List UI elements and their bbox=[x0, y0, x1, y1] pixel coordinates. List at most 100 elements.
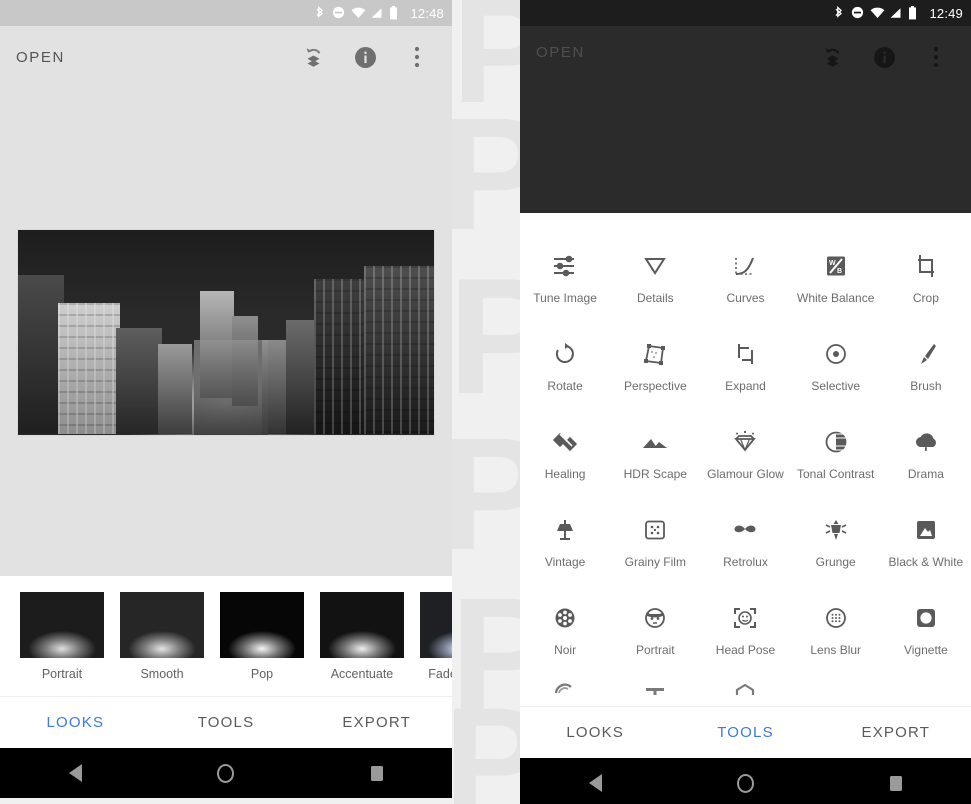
status-bar: 12:48 bbox=[0, 0, 452, 26]
back-button[interactable] bbox=[49, 758, 101, 788]
tool-label: HDR Scape bbox=[623, 467, 687, 481]
tool-hdr-scape[interactable]: HDR Scape bbox=[610, 413, 700, 501]
tool-expand[interactable]: Expand bbox=[700, 325, 790, 413]
open-button[interactable]: OPEN bbox=[536, 44, 819, 61]
tool-text[interactable] bbox=[610, 677, 700, 695]
tool-healing[interactable]: Healing bbox=[520, 413, 610, 501]
tool-label: Crop bbox=[912, 291, 939, 305]
wifi-icon bbox=[870, 6, 885, 20]
tool-label: Portrait bbox=[635, 643, 675, 657]
look-thumbnail[interactable] bbox=[20, 592, 104, 658]
tool-curves[interactable]: Curves bbox=[700, 237, 790, 325]
selective-icon bbox=[819, 337, 853, 371]
tool-drama[interactable]: Drama bbox=[881, 413, 971, 501]
tab-export[interactable]: EXPORT bbox=[821, 724, 971, 741]
tool-portrait[interactable]: Portrait bbox=[610, 589, 700, 677]
bottom-tab-bar[interactable]: LOOKS TOOLS EXPORT bbox=[520, 706, 971, 758]
recents-button[interactable] bbox=[351, 758, 403, 788]
tools-grid-partial-row[interactable] bbox=[520, 677, 971, 695]
tool-black-and-white[interactable]: Black & White bbox=[881, 501, 971, 589]
bottom-tab-bar[interactable]: LOOKS TOOLS EXPORT bbox=[0, 696, 452, 748]
tool-selective[interactable]: Selective bbox=[791, 325, 881, 413]
tool-label: Glamour Glow bbox=[707, 467, 784, 481]
mountains-icon bbox=[638, 425, 672, 459]
android-nav-bar[interactable] bbox=[520, 758, 971, 804]
layers-undo-icon[interactable] bbox=[819, 44, 845, 70]
tool-crop[interactable]: Crop bbox=[881, 237, 971, 325]
moustache-icon bbox=[728, 513, 762, 547]
look-thumbnail[interactable] bbox=[220, 592, 304, 658]
looks-filmstrip[interactable]: Portrait Smooth Pop Accentuate Faded Glo… bbox=[0, 576, 452, 696]
home-button[interactable] bbox=[719, 768, 771, 798]
tool-details[interactable]: Details bbox=[610, 237, 700, 325]
tool-vintage[interactable]: Vintage bbox=[520, 501, 610, 589]
bw-square-icon bbox=[909, 513, 943, 547]
info-icon[interactable] bbox=[352, 44, 378, 70]
tab-looks[interactable]: LOOKS bbox=[520, 724, 670, 741]
phone-screen-looks: 12:48 OPEN Portrait Smooth Pop Accentuat… bbox=[0, 0, 452, 804]
grunge-icon bbox=[819, 513, 853, 547]
tool-white-balance[interactable]: W B White Balance bbox=[791, 237, 881, 325]
look-item[interactable]: Pop bbox=[220, 592, 304, 681]
status-bar-time: 12:49 bbox=[929, 5, 963, 21]
tool-perspective[interactable]: Perspective bbox=[610, 325, 700, 413]
recents-button[interactable] bbox=[870, 768, 922, 798]
rotate-icon bbox=[548, 337, 582, 371]
open-button[interactable]: OPEN bbox=[16, 49, 300, 66]
look-item[interactable]: Smooth bbox=[120, 592, 204, 681]
back-button[interactable] bbox=[569, 768, 621, 798]
tool-brush[interactable]: Brush bbox=[881, 325, 971, 413]
overflow-menu-icon[interactable] bbox=[923, 44, 949, 70]
look-label: Faded Glow bbox=[428, 667, 452, 681]
tool-noir[interactable]: Noir bbox=[520, 589, 610, 677]
battery-icon bbox=[908, 6, 921, 20]
tool-rotate[interactable]: Rotate bbox=[520, 325, 610, 413]
grain-square-icon bbox=[638, 513, 672, 547]
tool-retrolux[interactable]: Retrolux bbox=[700, 501, 790, 589]
overflow-menu-icon[interactable] bbox=[404, 44, 430, 70]
tab-tools[interactable]: TOOLS bbox=[670, 724, 820, 741]
lamp-icon bbox=[548, 513, 582, 547]
home-button[interactable] bbox=[200, 758, 252, 788]
tools-panel[interactable]: Tune Image Details Curves W B White Bala… bbox=[520, 213, 971, 706]
tool-label: Rotate bbox=[547, 379, 583, 393]
look-item[interactable]: Accentuate bbox=[320, 592, 404, 681]
edited-photo[interactable] bbox=[18, 229, 434, 435]
layers-undo-icon[interactable] bbox=[300, 44, 326, 70]
tool-label: Retrolux bbox=[723, 555, 768, 569]
tool-label: Head Pose bbox=[715, 643, 776, 657]
bluetooth-icon bbox=[832, 6, 845, 20]
tab-export[interactable]: EXPORT bbox=[301, 714, 452, 731]
white-balance-icon: W B bbox=[819, 249, 853, 283]
tab-looks[interactable]: LOOKS bbox=[0, 714, 151, 731]
cellular-signal-icon bbox=[370, 6, 383, 20]
tool-lens-flare[interactable] bbox=[520, 677, 610, 695]
phone-screen-tools: 12:49 OPEN Tune Image Details Curves W B… bbox=[520, 0, 971, 804]
tool-vignette[interactable]: Vignette bbox=[881, 589, 971, 677]
look-item[interactable]: Portrait bbox=[20, 592, 104, 681]
do-not-disturb-icon bbox=[332, 6, 345, 20]
tools-grid: Tune Image Details Curves W B White Bala… bbox=[520, 237, 971, 677]
tool-label: Details bbox=[636, 291, 674, 305]
tool-label: Grainy Film bbox=[624, 555, 686, 569]
image-canvas[interactable] bbox=[0, 88, 452, 576]
look-thumbnail[interactable] bbox=[320, 592, 404, 658]
android-nav-bar[interactable] bbox=[0, 748, 452, 798]
info-icon[interactable] bbox=[871, 44, 897, 70]
tool-label: Brush bbox=[910, 379, 942, 393]
look-thumbnail[interactable] bbox=[120, 592, 204, 658]
tab-tools[interactable]: TOOLS bbox=[151, 714, 302, 731]
status-bar-time: 12:48 bbox=[410, 5, 444, 21]
tool-tune-image[interactable]: Tune Image bbox=[520, 237, 610, 325]
tool-glamour-glow[interactable]: Glamour Glow bbox=[700, 413, 790, 501]
tool-grunge[interactable]: Grunge bbox=[791, 501, 881, 589]
look-item[interactable]: Faded Glow bbox=[420, 592, 452, 681]
look-thumbnail[interactable] bbox=[420, 592, 452, 658]
tool-lens-blur[interactable]: Lens Blur bbox=[791, 589, 881, 677]
tool-frames[interactable] bbox=[700, 677, 790, 695]
tool-tonal-contrast[interactable]: Tonal Contrast bbox=[791, 413, 881, 501]
tool-head-pose[interactable]: Head Pose bbox=[700, 589, 790, 677]
curves-icon bbox=[728, 249, 762, 283]
cloud-icon bbox=[909, 425, 943, 459]
tool-grainy-film[interactable]: Grainy Film bbox=[610, 501, 700, 589]
